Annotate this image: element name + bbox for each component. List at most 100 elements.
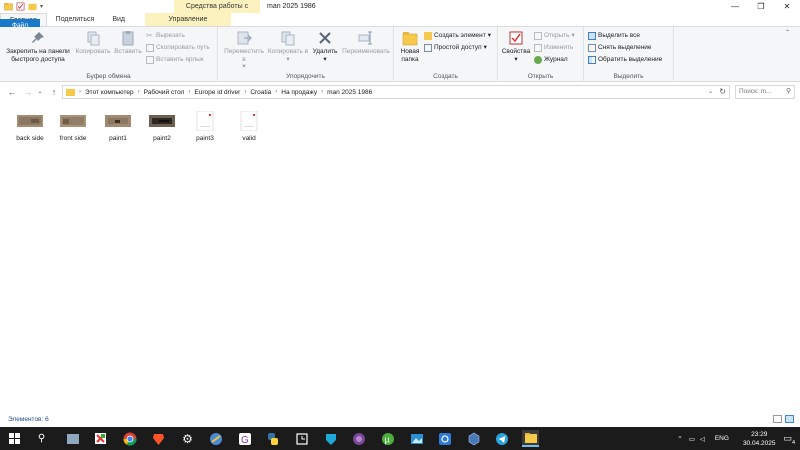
tab-manage[interactable]: Управление	[144, 13, 231, 26]
file-explorer-icon[interactable]	[522, 430, 539, 447]
new-folder-button[interactable]: Новая папка	[396, 30, 424, 63]
up-button[interactable]: ↑	[48, 86, 60, 98]
copy-path-button[interactable]: Скопировать путь	[146, 43, 210, 53]
file-item[interactable]: front side	[53, 111, 93, 142]
breadcrumb-item[interactable]: Croatia	[250, 89, 271, 96]
breadcrumb-item[interactable]: Europe id driver	[194, 89, 240, 96]
brave-icon[interactable]	[150, 430, 167, 447]
cut-button[interactable]: ✂ Вырезать	[146, 31, 185, 41]
address-dropdown-icon[interactable]: ⌄	[708, 88, 713, 95]
recent-locations-button[interactable]: ⌄	[34, 86, 46, 98]
chrome-icon[interactable]	[121, 430, 138, 447]
app-g-icon[interactable]: G	[236, 430, 253, 447]
image-thumbnail-icon	[17, 115, 43, 127]
file-item[interactable]: valid	[229, 110, 269, 142]
select-all-icon	[588, 32, 596, 40]
move-to-button[interactable]: Переместить в ▾	[222, 30, 266, 71]
new-folder-icon[interactable]	[28, 2, 37, 11]
refresh-icon[interactable]: ↻	[719, 87, 726, 96]
window-title: man 2025 1986	[267, 3, 316, 10]
copy-to-button[interactable]: Копировать в ▾	[266, 30, 310, 63]
app-box-icon[interactable]	[293, 430, 310, 447]
breadcrumb-item[interactable]: man 2025 1986	[327, 89, 372, 96]
new-folder-icon	[402, 32, 418, 46]
search-icon: ⚲	[785, 88, 791, 95]
file-item[interactable]: back side	[10, 111, 50, 142]
invert-selection-icon	[588, 56, 596, 64]
organize-group-label: Упорядочить	[286, 73, 325, 80]
details-view-button[interactable]	[773, 415, 782, 423]
breadcrumb-item[interactable]: Рабочий стол	[144, 89, 185, 96]
maximize-button[interactable]: ❐	[748, 0, 774, 13]
edit-icon	[534, 44, 542, 52]
easy-access-icon	[424, 44, 432, 52]
rename-button[interactable]: Переименовать	[340, 30, 392, 56]
telegram-icon[interactable]	[493, 430, 510, 447]
app-photo-icon[interactable]	[408, 430, 425, 447]
app-shield-icon[interactable]	[322, 430, 339, 447]
app-red-icon[interactable]	[92, 430, 109, 447]
minimize-button[interactable]: —	[722, 0, 748, 13]
settings-icon[interactable]: ⚙	[179, 430, 196, 447]
file-item[interactable]: paint2	[142, 111, 182, 142]
explorer-generic-icon[interactable]	[64, 430, 81, 447]
back-button[interactable]: ←	[6, 86, 18, 98]
paste-shortcut-button[interactable]: Вставить ярлык	[146, 55, 204, 65]
tab-share[interactable]: Поделиться	[47, 13, 104, 26]
copy-icon	[87, 31, 100, 46]
volume-icon[interactable]: ◁	[700, 435, 705, 443]
tab-view[interactable]: Вид	[103, 13, 134, 26]
file-item[interactable]: paint3	[185, 110, 225, 142]
search-icon[interactable]: ⚲	[33, 430, 50, 447]
clock-time: 23:29	[751, 430, 768, 438]
copy-button[interactable]: Копировать	[73, 30, 113, 56]
search-input[interactable]: Поиск: m... ⚲	[735, 85, 795, 99]
status-bar: Элементов: 6	[0, 413, 800, 426]
language-indicator[interactable]: ENG	[715, 435, 729, 442]
utorrent-icon[interactable]: µ	[379, 430, 396, 447]
forward-button[interactable]: →	[22, 86, 34, 98]
delete-button[interactable]: Удалить ▾	[310, 30, 340, 63]
app-cube-icon[interactable]	[465, 430, 482, 447]
ribbon-collapse-icon[interactable]: ⌃	[785, 29, 790, 36]
file-item[interactable]: paint1	[98, 111, 138, 142]
select-all-button[interactable]: Выделить все	[588, 31, 640, 41]
network-icon[interactable]: ▭	[689, 435, 695, 443]
breadcrumb-item[interactable]: Этот компьютер	[85, 89, 134, 96]
easy-access-button[interactable]: Простой доступ ▾	[424, 43, 487, 53]
tor-icon[interactable]	[350, 430, 367, 447]
properties-icon[interactable]	[16, 2, 25, 11]
notification-count-badge: 4	[791, 440, 795, 446]
app-sync-icon[interactable]	[436, 430, 453, 447]
pin-quick-access-button[interactable]: Закрепить на панели быстрого доступа	[3, 30, 73, 63]
properties-button[interactable]: Свойства ▾	[500, 30, 532, 63]
show-hidden-icons-icon[interactable]: ⌃	[677, 435, 682, 443]
qat-dropdown-icon[interactable]: ▾	[40, 3, 43, 10]
create-group-label: Создать	[433, 73, 458, 80]
invert-selection-button[interactable]: Обратить выделение	[588, 55, 662, 65]
edit-button[interactable]: Изменить	[534, 43, 573, 53]
large-icons-view-button[interactable]	[785, 415, 794, 423]
address-bar[interactable]: › Этот компьютер › Рабочий стол › Europe…	[62, 85, 730, 99]
notifications-icon[interactable]: ▭ 4	[783, 433, 795, 446]
image-thumbnail-icon	[60, 115, 86, 127]
start-icon[interactable]	[6, 430, 23, 447]
quick-access-toolbar: ▾	[4, 2, 43, 11]
select-none-button[interactable]: Снять выделение	[588, 43, 652, 53]
breadcrumb-item[interactable]: На продажу	[281, 89, 317, 96]
file-list: back side front side paint1 paint2 paint…	[0, 105, 800, 410]
close-button[interactable]: ✕	[774, 0, 800, 13]
python-icon[interactable]	[264, 430, 281, 447]
new-item-button[interactable]: Создать элемент ▾	[424, 31, 491, 41]
clock[interactable]: 23:29 30.04.2025	[743, 430, 776, 448]
context-tab-title: Средства работы с рисунками	[174, 0, 260, 23]
file-name: back side	[16, 135, 44, 142]
open-button[interactable]: Открыть ▾	[534, 31, 575, 41]
open-group: Свойства ▾ Открыть ▾ Изменить Журнал Откры…	[498, 27, 584, 82]
file-name: paint2	[153, 135, 171, 142]
paste-button[interactable]: Вставить	[113, 30, 143, 56]
folder-icon[interactable]	[4, 2, 13, 11]
app-circle-icon[interactable]	[207, 430, 224, 447]
create-group: Новая папка Создать элемент ▾ Простой дос…	[394, 27, 498, 82]
history-button[interactable]: Журнал	[534, 55, 568, 65]
